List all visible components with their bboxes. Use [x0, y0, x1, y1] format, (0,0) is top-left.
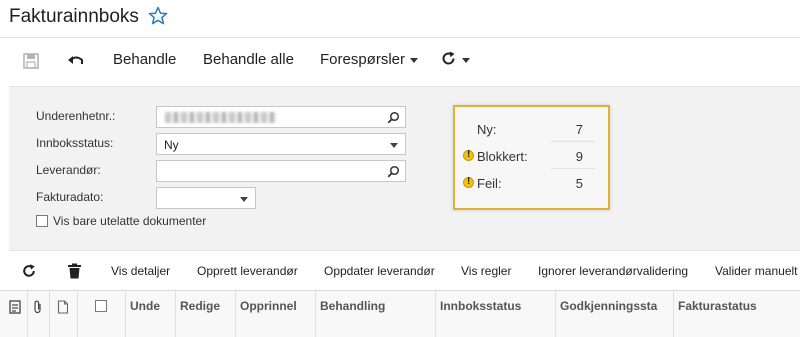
- refresh-menu-button[interactable]: [440, 50, 470, 68]
- process-all-button[interactable]: Behandle alle: [203, 51, 294, 68]
- summary-row-error[interactable]: Feil: 5: [463, 172, 603, 196]
- column-label: Behandling: [320, 299, 386, 313]
- column-select-all[interactable]: [78, 291, 126, 337]
- column-subsidiary[interactable]: Unde: [126, 291, 176, 337]
- column-approval-status[interactable]: Godkjenningssta: [556, 291, 674, 337]
- summary-count: 7: [575, 122, 583, 137]
- masked-value: [165, 112, 277, 123]
- summary-label: Blokkert:: [477, 149, 528, 164]
- column-notes[interactable]: [0, 291, 28, 337]
- summary-row-new[interactable]: Ny: 7: [463, 118, 603, 142]
- paperclip-icon: [34, 300, 41, 314]
- invoice-date-label: Fakturadato:: [36, 190, 104, 204]
- warning-icon: [463, 176, 474, 188]
- undo-icon[interactable]: [67, 52, 85, 70]
- grid-toolbar: Vis detaljer Opprett leverandør Oppdater…: [0, 252, 800, 290]
- refresh-icon: [442, 51, 455, 65]
- inbox-status-value: Ny: [164, 138, 179, 152]
- filter-panel: Underenhetnr.: Innboksstatus: Ny Leveran…: [9, 86, 800, 251]
- inquiries-menu-button[interactable]: Forespørsler: [320, 51, 419, 68]
- document-icon: [57, 300, 69, 314]
- show-rules-button[interactable]: Vis regler: [461, 264, 511, 278]
- grid-header: Unde Redige Opprinnel Behandling Innboks…: [0, 290, 800, 337]
- select-all-checkbox[interactable]: [95, 300, 107, 312]
- chevron-down-icon: [240, 197, 248, 202]
- column-inbox-status[interactable]: Innboksstatus: [436, 291, 556, 337]
- show-unapproved-checkbox[interactable]: [36, 215, 48, 227]
- subsidiary-field[interactable]: [156, 106, 406, 128]
- chevron-down-icon: [462, 57, 470, 63]
- column-label: Opprinnel: [240, 299, 297, 313]
- star-icon[interactable]: [148, 6, 168, 26]
- divider: [551, 141, 595, 142]
- summary-count: 9: [575, 149, 583, 164]
- summary-box: Ny: 7 Blokkert: 9 Feil: 5: [453, 105, 610, 210]
- summary-label: Ny:: [477, 122, 497, 137]
- search-icon[interactable]: [387, 111, 400, 124]
- supplier-label: Leverandør:: [36, 163, 101, 177]
- notes-icon: [9, 300, 21, 314]
- process-button[interactable]: Behandle: [113, 51, 176, 68]
- save-icon[interactable]: [22, 52, 40, 70]
- title-bar: Fakturainnboks: [0, 0, 800, 38]
- column-attachments[interactable]: [28, 291, 50, 337]
- divider: [551, 168, 595, 169]
- inbox-status-select[interactable]: Ny: [156, 133, 406, 155]
- show-unapproved-checkbox-row[interactable]: Vis bare utelatte dokumenter: [36, 214, 206, 228]
- column-original[interactable]: Opprinnel: [236, 291, 316, 337]
- column-invoice-status[interactable]: Fakturastatus: [674, 291, 800, 337]
- supplier-field[interactable]: [156, 160, 406, 182]
- subsidiary-label: Underenhetnr.:: [36, 109, 116, 123]
- main-toolbar: Behandle Behandle alle Forespørsler: [0, 39, 800, 85]
- column-document[interactable]: [50, 291, 78, 337]
- column-label: Fakturastatus: [678, 299, 757, 313]
- validate-manually-button[interactable]: Valider manuelt: [715, 264, 798, 278]
- inquiries-label: Forespørsler: [320, 51, 406, 68]
- column-label: Redige: [180, 299, 221, 313]
- show-unapproved-label: Vis bare utelatte dokumenter: [53, 214, 207, 228]
- page-title: Fakturainnboks: [9, 6, 139, 27]
- update-supplier-button[interactable]: Oppdater leverandør: [324, 264, 435, 278]
- summary-count: 5: [575, 176, 583, 191]
- summary-label: Feil:: [477, 176, 502, 191]
- ignore-supplier-validation-button[interactable]: Ignorer leverandørvalidering: [538, 264, 688, 278]
- column-label: Unde: [130, 299, 160, 313]
- refresh-icon[interactable]: [21, 263, 37, 279]
- trash-icon[interactable]: [67, 263, 82, 279]
- column-edit[interactable]: Redige: [176, 291, 236, 337]
- invoice-date-select[interactable]: [156, 187, 256, 209]
- chevron-down-icon: [410, 57, 419, 63]
- column-label: Godkjenningssta: [560, 299, 658, 313]
- warning-icon: [463, 149, 474, 161]
- create-supplier-button[interactable]: Opprett leverandør: [197, 264, 298, 278]
- inbox-status-label: Innboksstatus:: [36, 136, 114, 150]
- chevron-down-icon: [390, 143, 398, 148]
- show-details-button[interactable]: Vis detaljer: [111, 264, 170, 278]
- column-label: Innboksstatus: [440, 299, 522, 313]
- summary-row-blocked[interactable]: Blokkert: 9: [463, 145, 603, 169]
- column-processing[interactable]: Behandling: [316, 291, 436, 337]
- search-icon[interactable]: [387, 165, 400, 178]
